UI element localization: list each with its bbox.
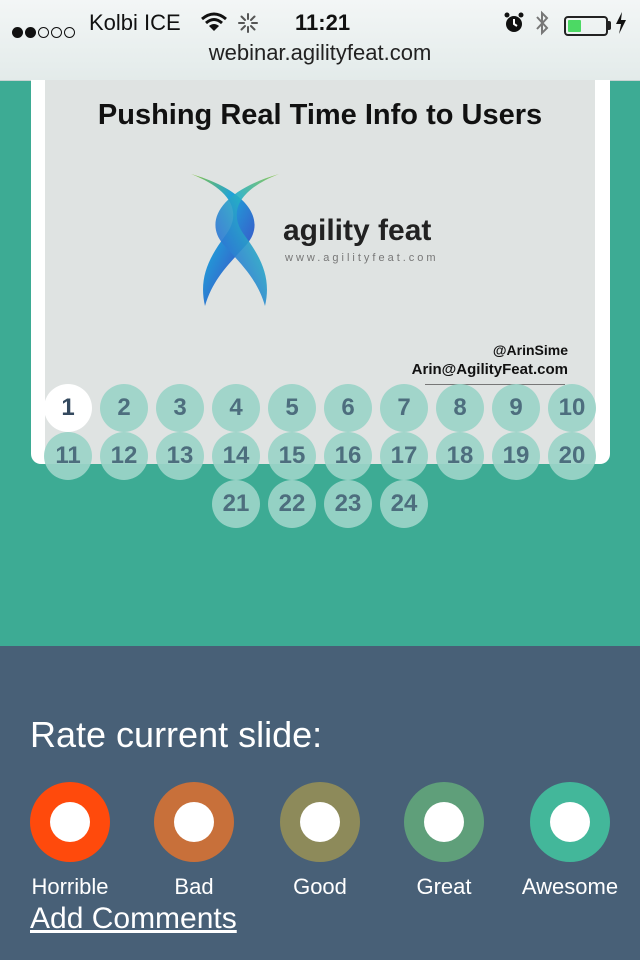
page-button-8[interactable]: 8: [436, 384, 484, 432]
rate-button-center: [550, 802, 590, 842]
page-button-13[interactable]: 13: [156, 432, 204, 480]
logo-url: www.agilityfeat.com: [285, 252, 439, 264]
rate-bad-label: Bad: [174, 874, 214, 899]
clock-time: 11:21: [295, 10, 351, 35]
address-bar-url[interactable]: webinar.agilityfeat.com: [0, 40, 640, 66]
page-button-9[interactable]: 9: [492, 384, 540, 432]
rate-button-center: [50, 802, 90, 842]
loading-spinner-icon: [237, 12, 259, 40]
rate-bad-button[interactable]: [154, 782, 234, 862]
page-button-7[interactable]: 7: [380, 384, 428, 432]
slide-divider: [425, 384, 565, 385]
page-button-10[interactable]: 10: [548, 384, 596, 432]
page-button-14[interactable]: 14: [212, 432, 260, 480]
page-button-2[interactable]: 2: [100, 384, 148, 432]
slide-email: Arin@AgilityFeat.com: [411, 361, 568, 378]
rate-good-button[interactable]: [280, 782, 360, 862]
page-button-23[interactable]: 23: [324, 480, 372, 528]
page-button-3[interactable]: 3: [156, 384, 204, 432]
add-comments-link[interactable]: Add Comments: [30, 902, 237, 936]
rating-panel: Rate current slide: Horrible Bad Good Great…: [0, 646, 640, 960]
rate-good-label: Good: [293, 874, 347, 899]
page-button-22[interactable]: 22: [268, 480, 316, 528]
rate-button-center: [424, 802, 464, 842]
page-button-6[interactable]: 6: [324, 384, 372, 432]
page-button-4[interactable]: 4: [212, 384, 260, 432]
rate-horrible-button[interactable]: [30, 782, 110, 862]
page-button-24[interactable]: 24: [380, 480, 428, 528]
rate-horrible-label: Horrible: [31, 874, 109, 899]
carrier-name: Kolbi ICE: [89, 10, 181, 35]
page-button-15[interactable]: 15: [268, 432, 316, 480]
rate-awesome-button[interactable]: [530, 782, 610, 862]
rate-great-button[interactable]: [404, 782, 484, 862]
slide-title: Pushing Real Time Info to Users: [97, 99, 543, 131]
charging-bolt-icon: [615, 12, 627, 40]
page-button-17[interactable]: 17: [380, 432, 428, 480]
page-button-5[interactable]: 5: [268, 384, 316, 432]
logo-wordmark: agility feat: [283, 214, 432, 247]
rate-button-center: [300, 802, 340, 842]
agility-feat-logo-icon: [187, 170, 283, 315]
page-button-19[interactable]: 19: [492, 432, 540, 480]
battery-icon: [564, 16, 608, 36]
page-button-20[interactable]: 20: [548, 432, 596, 480]
page-button-12[interactable]: 12: [100, 432, 148, 480]
alarm-icon: [504, 12, 524, 40]
rate-awesome-label: Awesome: [521, 874, 619, 899]
slide-twitter-handle: @ArinSime: [492, 342, 568, 358]
page-button-16[interactable]: 16: [324, 432, 372, 480]
bluetooth-icon: [534, 10, 550, 42]
rate-great-label: Great: [416, 874, 472, 899]
page-button-21[interactable]: 21: [212, 480, 260, 528]
page-button-11[interactable]: 11: [44, 432, 92, 480]
status-bar: Kolbi ICE 11:21 webinar.agilityfeat.com: [0, 0, 640, 81]
wifi-icon: [200, 12, 228, 38]
battery-level: [568, 20, 581, 32]
rating-heading: Rate current slide:: [30, 714, 323, 755]
page-button-1[interactable]: 1: [44, 384, 92, 432]
page-button-18[interactable]: 18: [436, 432, 484, 480]
rate-button-center: [174, 802, 214, 842]
